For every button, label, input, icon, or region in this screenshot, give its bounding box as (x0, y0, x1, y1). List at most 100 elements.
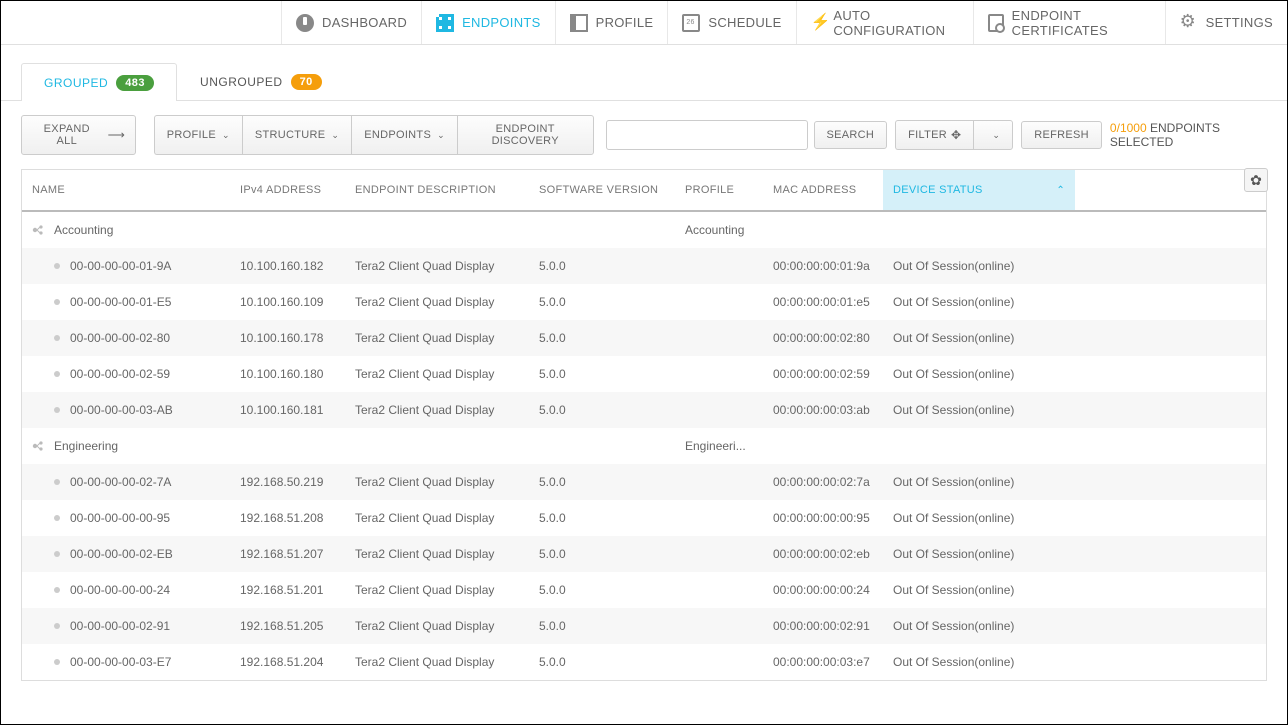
group-profile: Accounting (675, 223, 763, 237)
nav-endpoints-label: ENDPOINTS (462, 15, 541, 30)
bullet-icon (54, 407, 60, 413)
nav-auto-label: AUTO CONFIGURATION (833, 8, 959, 38)
cell-ip: 192.168.51.208 (230, 511, 345, 525)
group-toggle-icon[interactable] (32, 439, 46, 453)
sub-tabs: GROUPED 483 UNGROUPED 70 (1, 45, 1287, 101)
grid-settings-button[interactable]: ✿ (1244, 168, 1268, 192)
col-mac[interactable]: MAC ADDRESS (763, 184, 883, 196)
table-row[interactable]: 00-00-00-00-00-95 192.168.51.208Tera2 Cli… (22, 500, 1266, 536)
col-ip[interactable]: IPv4 ADDRESS (230, 184, 345, 196)
table-row[interactable]: 00-00-00-00-01-9A10.100.160.182Tera2 Cli… (22, 248, 1266, 284)
nav-settings[interactable]: SETTINGS (1165, 1, 1287, 44)
table-row[interactable]: 00-00-00-00-02-91192.168.51.205Tera2 Cli… (22, 608, 1266, 644)
action-group: PROFILE⌄ STRUCTURE⌄ ENDPOINTS ⌄ ENDPOINT … (154, 115, 594, 155)
chevron-down-icon: ⌄ (222, 130, 230, 141)
sort-asc-icon: ⌃ (1056, 185, 1065, 196)
tab-grouped[interactable]: GROUPED 483 (21, 63, 177, 101)
filter-dropdown-button[interactable]: ⌄ (973, 120, 1013, 150)
group-name: Engineering (54, 439, 118, 453)
structure-button[interactable]: STRUCTURE⌄ (242, 115, 351, 155)
cell-ver: 5.0.0 (529, 619, 675, 633)
col-name[interactable]: NAME (22, 184, 230, 196)
cell-desc: Tera2 Client Quad Display (345, 511, 529, 525)
cell-name: 00-00-00-00-02-7A (70, 475, 171, 489)
col-status-label: DEVICE STATUS (893, 184, 983, 196)
endpoints-button-label: ENDPOINTS (364, 129, 431, 141)
cell-ip: 10.100.160.181 (230, 403, 345, 417)
group-row[interactable]: Accounting Accounting (22, 212, 1266, 248)
bullet-icon (54, 623, 60, 629)
endpoints-icon (436, 14, 454, 32)
cell-desc: Tera2 Client Quad Display (345, 403, 529, 417)
group-row[interactable]: Engineering Engineeri... (22, 428, 1266, 464)
cell-name: 00-00-00-00-00-24 (70, 583, 170, 597)
cell-status: Out Of Session(online) (883, 511, 1075, 525)
refresh-button[interactable]: REFRESH (1021, 121, 1102, 149)
cell-name: 00-00-00-00-02-59 (70, 367, 170, 381)
col-profile[interactable]: PROFILE (675, 184, 763, 196)
search-button-label: SEARCH (827, 129, 875, 141)
table-row[interactable]: 00-00-00-00-02-EB 192.168.51.207Tera2 Cli… (22, 536, 1266, 572)
group-name: Accounting (54, 223, 113, 237)
cell-ip: 10.100.160.182 (230, 259, 345, 273)
table-row[interactable]: 00-00-00-00-02-5910.100.160.180Tera2 Cli… (22, 356, 1266, 392)
cell-name: 00-00-00-00-02-EB (70, 547, 173, 561)
table-row[interactable]: 00-00-00-00-02-8010.100.160.178Tera2 Cli… (22, 320, 1266, 356)
cell-status: Out Of Session(online) (883, 259, 1075, 273)
bullet-icon (54, 587, 60, 593)
cell-ver: 5.0.0 (529, 295, 675, 309)
table-row[interactable]: 00-00-00-00-03-AB 10.100.160.181Tera2 Cli… (22, 392, 1266, 428)
nav-profile[interactable]: PROFILE (555, 1, 668, 44)
bullet-icon (54, 659, 60, 665)
cell-ver: 5.0.0 (529, 367, 675, 381)
table-row[interactable]: 00-00-00-00-00-24192.168.51.201Tera2 Cli… (22, 572, 1266, 608)
expand-all-button[interactable]: EXPAND ALL ⟶ (21, 115, 136, 155)
cell-ip: 192.168.51.207 (230, 547, 345, 561)
cell-ip: 192.168.50.219 (230, 475, 345, 489)
nav-cert[interactable]: ENDPOINT CERTIFICATES (973, 1, 1164, 44)
filter-button[interactable]: FILTER✥ (895, 120, 973, 150)
table-row[interactable]: 00-00-00-00-02-7A192.168.50.219Tera2 Cli… (22, 464, 1266, 500)
cell-ip: 192.168.51.205 (230, 619, 345, 633)
tab-grouped-count: 483 (116, 75, 154, 91)
tab-grouped-label: GROUPED (44, 76, 108, 90)
group-toggle-icon[interactable] (32, 223, 46, 237)
cell-ver: 5.0.0 (529, 547, 675, 561)
tab-ungrouped[interactable]: UNGROUPED 70 (177, 63, 345, 100)
col-desc[interactable]: ENDPOINT DESCRIPTION (345, 184, 529, 196)
cell-mac: 00:00:00:00:01:e5 (763, 295, 883, 309)
endpoints-button[interactable]: ENDPOINTS ⌄ (351, 115, 457, 155)
search-input[interactable] (606, 120, 808, 150)
grid: ✿ NAME IPv4 ADDRESS ENDPOINT DESCRIPTION… (21, 169, 1267, 681)
grid-header: NAME IPv4 ADDRESS ENDPOINT DESCRIPTION S… (22, 170, 1266, 212)
cell-desc: Tera2 Client Quad Display (345, 331, 529, 345)
nav-endpoints[interactable]: ENDPOINTS (421, 1, 555, 44)
certificate-icon (988, 14, 1003, 32)
col-name-label: NAME (32, 184, 65, 196)
cell-desc: Tera2 Client Quad Display (345, 547, 529, 561)
discovery-button-label: ENDPOINT DISCOVERY (470, 123, 581, 147)
col-ver[interactable]: SOFTWARE VERSION (529, 184, 675, 196)
col-status[interactable]: DEVICE STATUS ⌃ (883, 170, 1075, 210)
cell-name: 00-00-00-00-00-95 (70, 511, 170, 525)
tab-ungrouped-count: 70 (291, 74, 322, 90)
profile-button[interactable]: PROFILE⌄ (154, 115, 242, 155)
cell-name: 00-00-00-00-03-AB (70, 403, 173, 417)
search-button[interactable]: SEARCH (814, 121, 888, 149)
schedule-icon (682, 14, 700, 32)
cell-status: Out Of Session(online) (883, 403, 1075, 417)
chevron-down-icon: ⌄ (437, 130, 445, 141)
table-row[interactable]: 00-00-00-00-01-E510.100.160.109Tera2 Cli… (22, 284, 1266, 320)
nav-schedule[interactable]: SCHEDULE (667, 1, 795, 44)
nav-dashboard[interactable]: DASHBOARD (281, 1, 421, 44)
nav-auto[interactable]: AUTO CONFIGURATION (796, 1, 974, 44)
group-profile: Engineeri... (675, 439, 763, 453)
bullet-icon (54, 335, 60, 341)
table-row[interactable]: 00-00-00-00-03-E7192.168.51.204Tera2 Cli… (22, 644, 1266, 680)
cell-status: Out Of Session(online) (883, 583, 1075, 597)
discovery-button[interactable]: ENDPOINT DISCOVERY (457, 115, 594, 155)
grid-body[interactable]: Accounting Accounting 00-00-00-00-01-9A10.… (22, 212, 1266, 680)
expand-icon: ⟶ (108, 128, 123, 142)
cell-mac: 00:00:00:00:02:59 (763, 367, 883, 381)
expand-all-label: EXPAND ALL (34, 123, 100, 147)
